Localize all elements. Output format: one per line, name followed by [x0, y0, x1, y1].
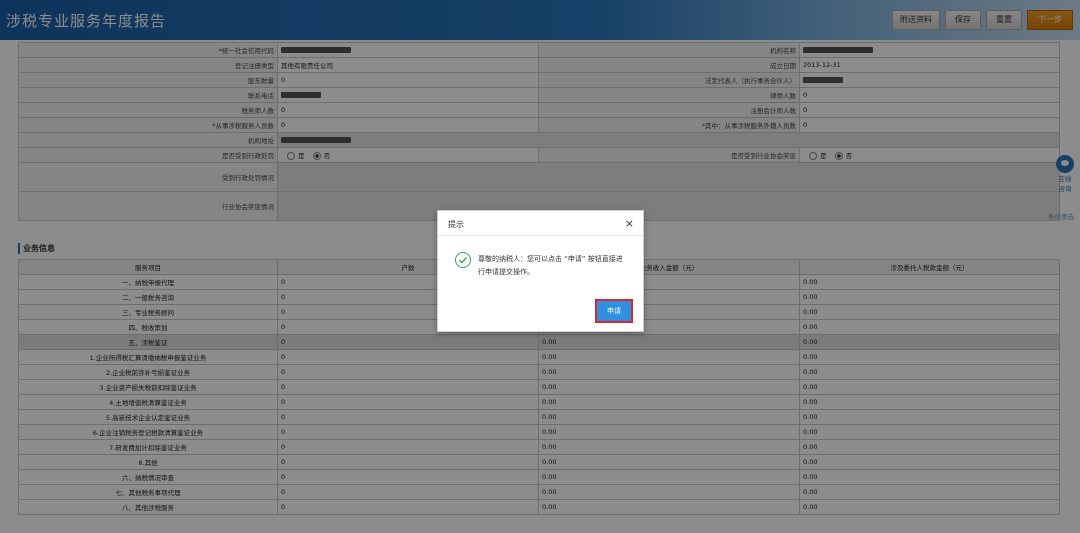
- prompt-dialog: 提示 × 尊敬的纳税人：您可以点击 “申请” 按钮直接进行申请提交操作。 申请: [437, 210, 644, 332]
- dialog-message: 尊敬的纳税人：您可以点击 “申请” 按钮直接进行申请提交操作。: [478, 255, 623, 276]
- success-check-icon: [455, 252, 471, 268]
- apply-button[interactable]: 申请: [594, 298, 634, 324]
- close-icon[interactable]: ×: [625, 217, 634, 230]
- dialog-title: 提示: [448, 220, 464, 229]
- dialog-divider: [438, 235, 643, 236]
